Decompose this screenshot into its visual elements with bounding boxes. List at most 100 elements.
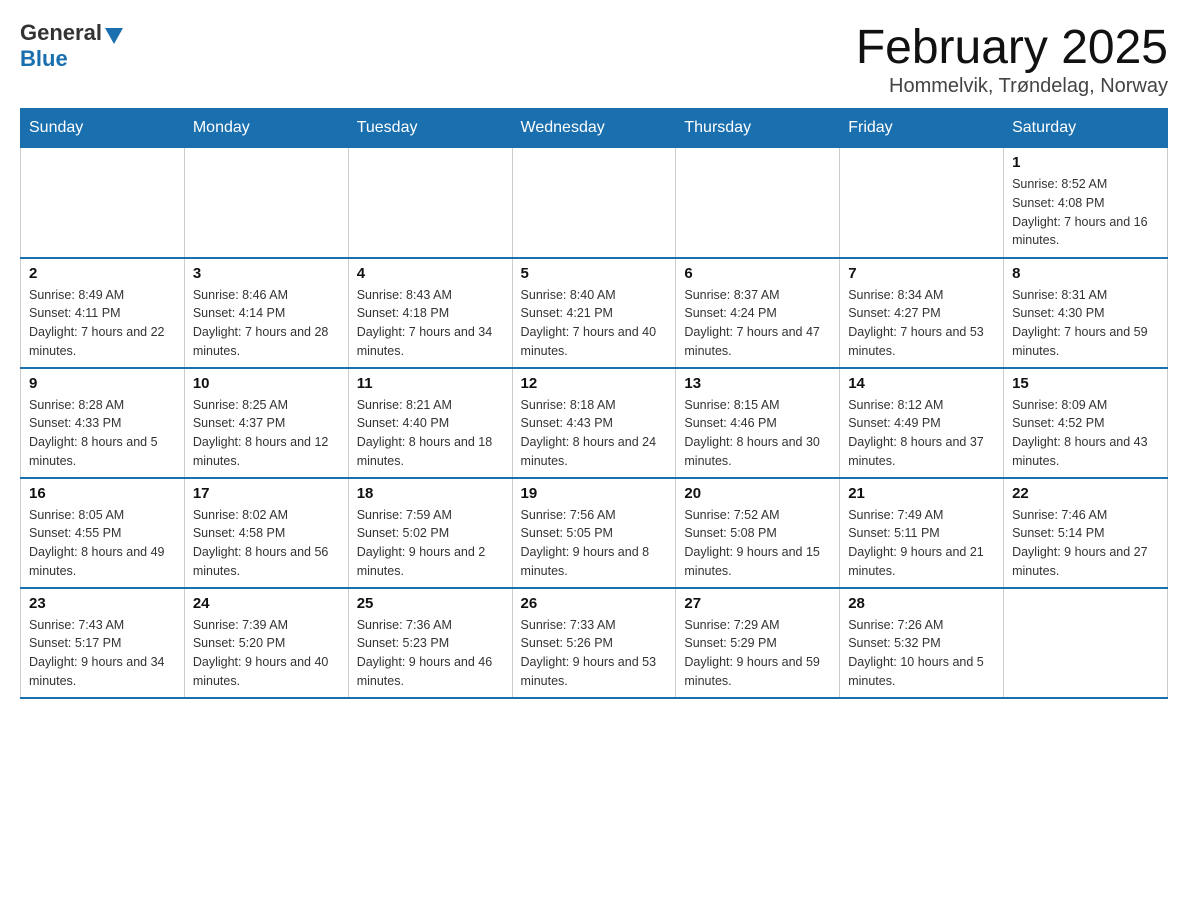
day-number: 25	[357, 595, 504, 612]
day-info: Sunrise: 7:33 AM Sunset: 5:26 PM Dayligh…	[521, 616, 668, 691]
weekday-header-monday: Monday	[184, 109, 348, 148]
calendar-cell: 20 Sunrise: 7:52 AM Sunset: 5:08 PM Dayli…	[676, 478, 840, 588]
weekday-header-tuesday: Tuesday	[348, 109, 512, 148]
day-number: 18	[357, 485, 504, 502]
day-number: 24	[193, 595, 340, 612]
day-info: Sunrise: 8:37 AM Sunset: 4:24 PM Dayligh…	[684, 286, 831, 361]
week-row-5: 23 Sunrise: 7:43 AM Sunset: 5:17 PM Dayli…	[21, 588, 1168, 698]
day-number: 23	[29, 595, 176, 612]
day-number: 13	[684, 375, 831, 392]
weekday-header-wednesday: Wednesday	[512, 109, 676, 148]
day-number: 17	[193, 485, 340, 502]
calendar-cell	[840, 148, 1004, 258]
calendar-cell: 6 Sunrise: 8:37 AM Sunset: 4:24 PM Daylig…	[676, 258, 840, 368]
weekday-header-row: SundayMondayTuesdayWednesdayThursdayFrid…	[21, 109, 1168, 148]
calendar-cell: 26 Sunrise: 7:33 AM Sunset: 5:26 PM Dayli…	[512, 588, 676, 698]
day-info: Sunrise: 8:49 AM Sunset: 4:11 PM Dayligh…	[29, 286, 176, 361]
day-number: 16	[29, 485, 176, 502]
calendar-cell: 23 Sunrise: 7:43 AM Sunset: 5:17 PM Dayli…	[21, 588, 185, 698]
weekday-header-thursday: Thursday	[676, 109, 840, 148]
day-info: Sunrise: 7:49 AM Sunset: 5:11 PM Dayligh…	[848, 506, 995, 581]
logo-arrow-icon	[105, 28, 123, 44]
calendar-table: SundayMondayTuesdayWednesdayThursdayFrid…	[20, 108, 1168, 699]
day-number: 28	[848, 595, 995, 612]
day-info: Sunrise: 8:25 AM Sunset: 4:37 PM Dayligh…	[193, 396, 340, 471]
day-number: 8	[1012, 265, 1159, 282]
calendar-cell: 1 Sunrise: 8:52 AM Sunset: 4:08 PM Daylig…	[1004, 148, 1168, 258]
day-number: 26	[521, 595, 668, 612]
day-number: 10	[193, 375, 340, 392]
week-row-3: 9 Sunrise: 8:28 AM Sunset: 4:33 PM Daylig…	[21, 368, 1168, 478]
day-number: 27	[684, 595, 831, 612]
day-number: 14	[848, 375, 995, 392]
day-info: Sunrise: 8:52 AM Sunset: 4:08 PM Dayligh…	[1012, 175, 1159, 250]
calendar-cell: 17Sunrise: 8:02 AM Sunset: 4:58 PM Dayli…	[184, 478, 348, 588]
calendar-cell: 9 Sunrise: 8:28 AM Sunset: 4:33 PM Daylig…	[21, 368, 185, 478]
day-info: Sunrise: 8:21 AM Sunset: 4:40 PM Dayligh…	[357, 396, 504, 471]
calendar-cell: 3 Sunrise: 8:46 AM Sunset: 4:14 PM Daylig…	[184, 258, 348, 368]
calendar-cell: 25Sunrise: 7:36 AM Sunset: 5:23 PM Dayli…	[348, 588, 512, 698]
day-number: 6	[684, 265, 831, 282]
location-subtitle: Hommelvik, Trøndelag, Norway	[856, 75, 1168, 98]
day-number: 9	[29, 375, 176, 392]
day-number: 12	[521, 375, 668, 392]
calendar-cell	[348, 148, 512, 258]
calendar-cell: 5 Sunrise: 8:40 AM Sunset: 4:21 PM Daylig…	[512, 258, 676, 368]
day-info: Sunrise: 7:56 AM Sunset: 5:05 PM Dayligh…	[521, 506, 668, 581]
calendar-cell: 18 Sunrise: 7:59 AM Sunset: 5:02 PM Dayli…	[348, 478, 512, 588]
calendar-cell: 7 Sunrise: 8:34 AM Sunset: 4:27 PM Daylig…	[840, 258, 1004, 368]
calendar-cell: 21Sunrise: 7:49 AM Sunset: 5:11 PM Dayli…	[840, 478, 1004, 588]
logo-text-general: General	[20, 20, 102, 46]
calendar-cell: 19 Sunrise: 7:56 AM Sunset: 5:05 PM Dayli…	[512, 478, 676, 588]
weekday-header-friday: Friday	[840, 109, 1004, 148]
day-number: 22	[1012, 485, 1159, 502]
calendar-cell: 28 Sunrise: 7:26 AM Sunset: 5:32 PM Dayli…	[840, 588, 1004, 698]
day-number: 19	[521, 485, 668, 502]
calendar-cell: 14 Sunrise: 8:12 AM Sunset: 4:49 PM Dayli…	[840, 368, 1004, 478]
title-section: February 2025 Hommelvik, Trøndelag, Norw…	[856, 20, 1168, 98]
logo-text-blue: Blue	[20, 46, 68, 72]
day-info: Sunrise: 7:26 AM Sunset: 5:32 PM Dayligh…	[848, 616, 995, 691]
day-info: Sunrise: 8:43 AM Sunset: 4:18 PM Dayligh…	[357, 286, 504, 361]
day-info: Sunrise: 8:40 AM Sunset: 4:21 PM Dayligh…	[521, 286, 668, 361]
day-number: 3	[193, 265, 340, 282]
day-info: Sunrise: 8:15 AM Sunset: 4:46 PM Dayligh…	[684, 396, 831, 471]
day-number: 2	[29, 265, 176, 282]
day-info: Sunrise: 7:39 AM Sunset: 5:20 PM Dayligh…	[193, 616, 340, 691]
calendar-cell	[676, 148, 840, 258]
day-info: Sunrise: 7:43 AM Sunset: 5:17 PM Dayligh…	[29, 616, 176, 691]
week-row-4: 16 Sunrise: 8:05 AM Sunset: 4:55 PM Dayli…	[21, 478, 1168, 588]
day-info: Sunrise: 8:31 AM Sunset: 4:30 PM Dayligh…	[1012, 286, 1159, 361]
calendar-cell: 8 Sunrise: 8:31 AM Sunset: 4:30 PM Daylig…	[1004, 258, 1168, 368]
day-info: Sunrise: 7:52 AM Sunset: 5:08 PM Dayligh…	[684, 506, 831, 581]
calendar-cell	[512, 148, 676, 258]
day-info: Sunrise: 8:28 AM Sunset: 4:33 PM Dayligh…	[29, 396, 176, 471]
weekday-header-sunday: Sunday	[21, 109, 185, 148]
calendar-cell: 11Sunrise: 8:21 AM Sunset: 4:40 PM Dayli…	[348, 368, 512, 478]
day-info: Sunrise: 7:59 AM Sunset: 5:02 PM Dayligh…	[357, 506, 504, 581]
weekday-header-saturday: Saturday	[1004, 109, 1168, 148]
day-number: 5	[521, 265, 668, 282]
calendar-cell: 24 Sunrise: 7:39 AM Sunset: 5:20 PM Dayli…	[184, 588, 348, 698]
calendar-cell: 22 Sunrise: 7:46 AM Sunset: 5:14 PM Dayli…	[1004, 478, 1168, 588]
calendar-cell: 13 Sunrise: 8:15 AM Sunset: 4:46 PM Dayli…	[676, 368, 840, 478]
day-number: 20	[684, 485, 831, 502]
week-row-1: 1 Sunrise: 8:52 AM Sunset: 4:08 PM Daylig…	[21, 148, 1168, 258]
day-number: 15	[1012, 375, 1159, 392]
day-info: Sunrise: 8:05 AM Sunset: 4:55 PM Dayligh…	[29, 506, 176, 581]
day-info: Sunrise: 7:46 AM Sunset: 5:14 PM Dayligh…	[1012, 506, 1159, 581]
day-info: Sunrise: 8:09 AM Sunset: 4:52 PM Dayligh…	[1012, 396, 1159, 471]
month-title: February 2025	[856, 20, 1168, 75]
day-info: Sunrise: 8:34 AM Sunset: 4:27 PM Dayligh…	[848, 286, 995, 361]
calendar-cell: 15 Sunrise: 8:09 AM Sunset: 4:52 PM Dayli…	[1004, 368, 1168, 478]
day-info: Sunrise: 8:46 AM Sunset: 4:14 PM Dayligh…	[193, 286, 340, 361]
calendar-cell: 4Sunrise: 8:43 AM Sunset: 4:18 PM Daylig…	[348, 258, 512, 368]
day-number: 7	[848, 265, 995, 282]
calendar-cell	[21, 148, 185, 258]
day-number: 1	[1012, 154, 1159, 171]
day-info: Sunrise: 7:29 AM Sunset: 5:29 PM Dayligh…	[684, 616, 831, 691]
calendar-cell	[184, 148, 348, 258]
logo: General Blue	[20, 20, 123, 72]
week-row-2: 2 Sunrise: 8:49 AM Sunset: 4:11 PM Daylig…	[21, 258, 1168, 368]
day-info: Sunrise: 8:12 AM Sunset: 4:49 PM Dayligh…	[848, 396, 995, 471]
